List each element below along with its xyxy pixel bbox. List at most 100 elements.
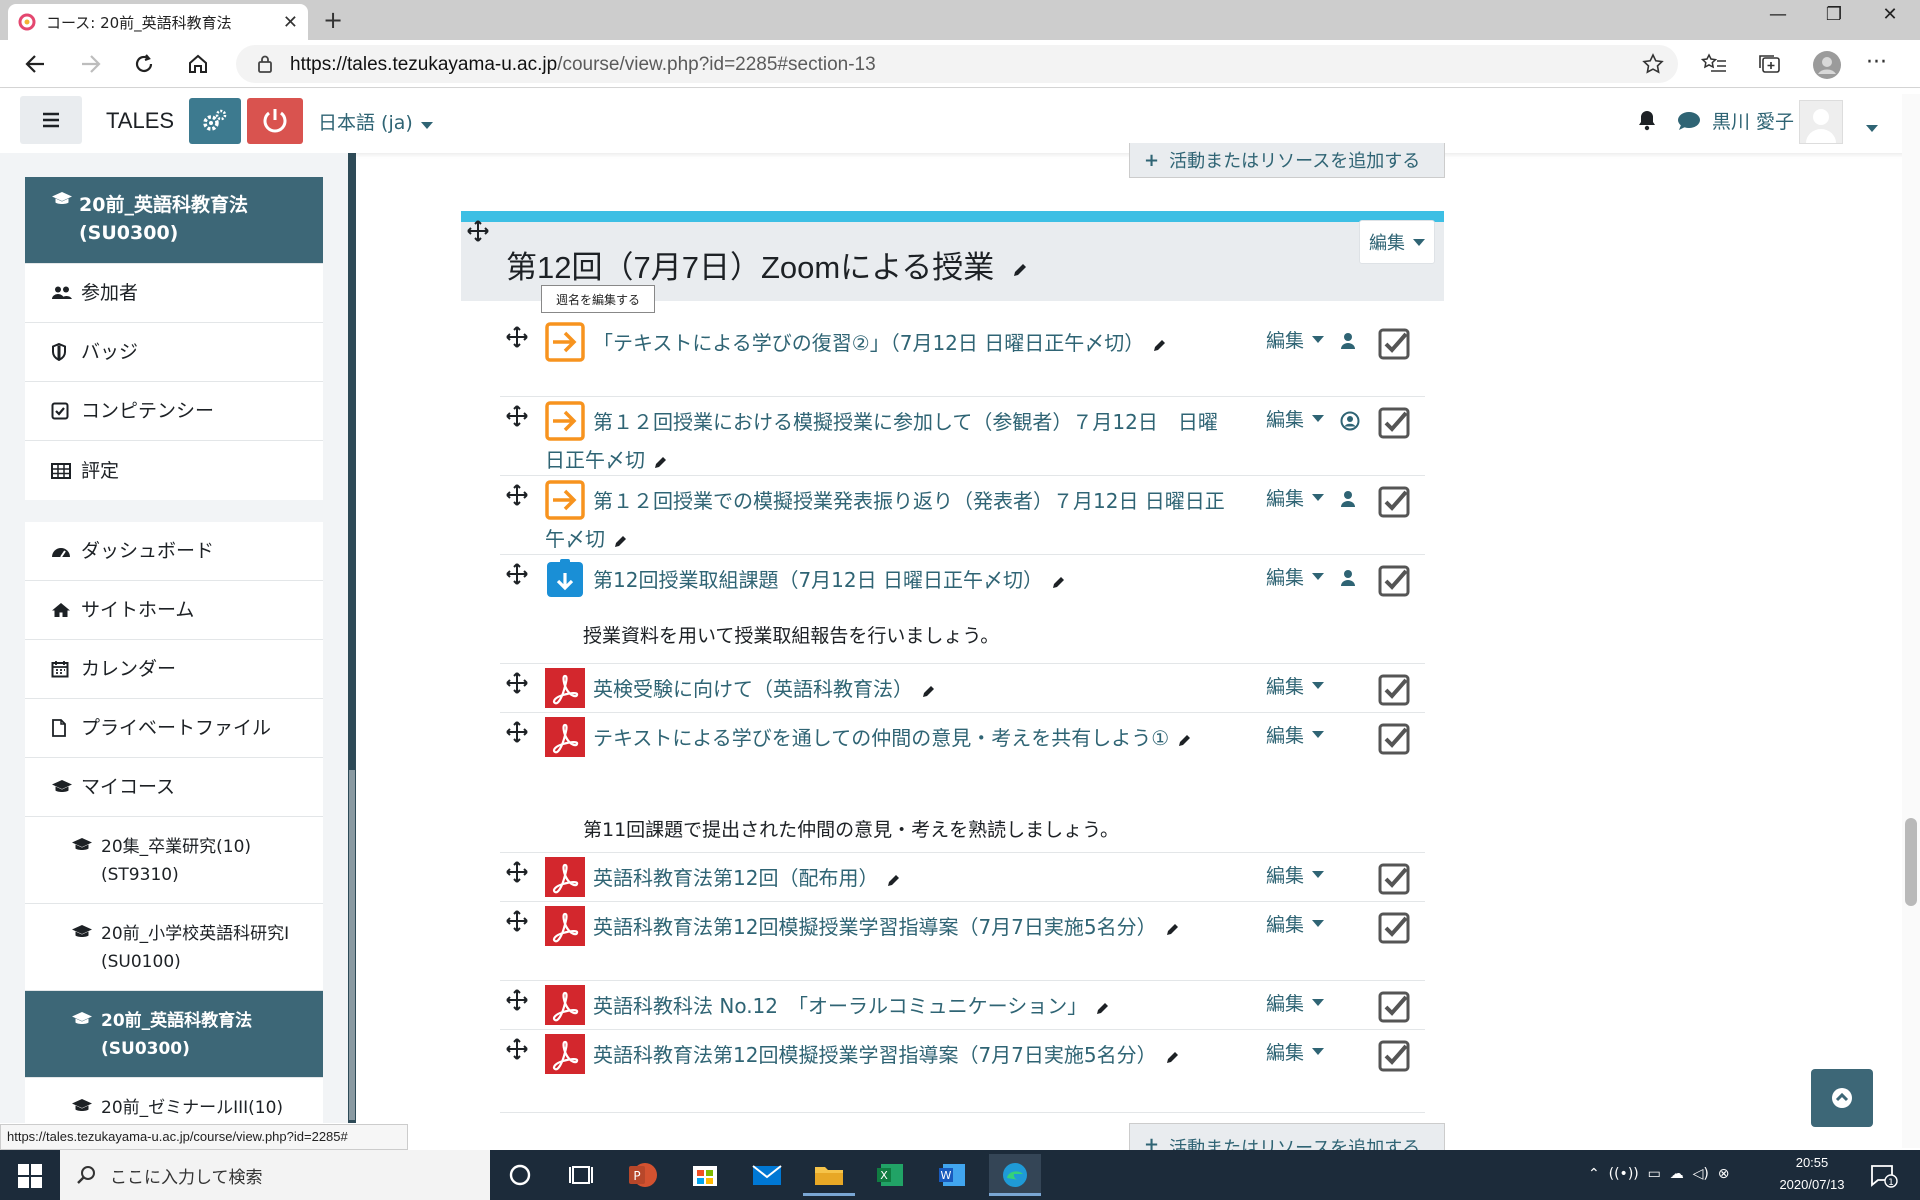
section-edit-menu[interactable]: 編集 — [1359, 220, 1435, 264]
activity-edit-menu[interactable]: 編集 — [1266, 861, 1325, 888]
page-scroll-thumb[interactable] — [1905, 818, 1917, 906]
window-close-button[interactable]: ✕ — [1862, 0, 1918, 32]
activity-link[interactable]: 第12回授業取組課題（7月12日 日曜日正午〆切） — [545, 561, 1235, 599]
nav-grades[interactable]: 評定 — [25, 441, 323, 500]
site-brand[interactable]: TALES — [106, 108, 174, 134]
completion-checkbox-icon[interactable] — [1378, 674, 1410, 706]
edit-pencil-icon[interactable] — [1152, 337, 1168, 353]
cortana-icon[interactable] — [494, 1154, 546, 1196]
nav-course-home[interactable]: 20前_英語科教育法 (SU0300) — [25, 177, 323, 264]
activity-link[interactable]: 第１２回授業における模擬授業に参加して（参観者）７月12日 日曜日正午〆切 — [545, 403, 1235, 479]
nav-dashboard[interactable]: ダッシュボード — [25, 522, 323, 581]
person-circle-group-mode-icon[interactable] — [1340, 411, 1360, 431]
favorites-list-icon[interactable] — [1701, 52, 1727, 76]
forward-button[interactable] — [72, 48, 108, 80]
nav-competencies[interactable]: コンピテンシー — [25, 382, 323, 441]
edit-pencil-icon[interactable] — [1165, 1049, 1181, 1065]
completion-checkbox-icon[interactable] — [1378, 863, 1410, 895]
taskbar-clock[interactable]: 20:55 2020/07/13 — [1772, 1152, 1852, 1196]
taskbar-search-box[interactable]: ここに入力して検索 — [60, 1150, 490, 1200]
section-title[interactable]: 第12回（7月7日）Zoomによる授業 — [506, 242, 1029, 287]
store-icon[interactable] — [679, 1154, 731, 1196]
activity-link[interactable]: 英検受験に向けて（英語科教育法） — [545, 670, 1235, 708]
refresh-button[interactable] — [126, 48, 162, 80]
activity-edit-menu[interactable]: 編集 — [1266, 563, 1325, 590]
completion-checkbox-icon[interactable] — [1378, 328, 1410, 360]
mail-icon[interactable] — [741, 1154, 793, 1196]
nav-course-su0100[interactable]: 20前_小学校英語科研究I(SU0100) — [25, 904, 323, 991]
drawer-scrollbar[interactable] — [349, 770, 355, 1120]
activity-link[interactable]: 英語科教育法第12回模擬授業学習指導案（7月7日実施5名分） — [545, 908, 1235, 946]
activity-edit-menu[interactable]: 編集 — [1266, 989, 1325, 1016]
admin-settings-button[interactable] — [189, 98, 241, 144]
edit-pencil-icon[interactable] — [1051, 574, 1067, 590]
completion-checkbox-icon[interactable] — [1378, 912, 1410, 944]
edit-pencil-icon[interactable] — [1165, 921, 1181, 937]
activity-edit-menu[interactable]: 編集 — [1266, 326, 1325, 353]
language-menu[interactable]: 日本語 (ja) — [318, 108, 433, 135]
edit-pencil-icon[interactable] — [921, 683, 937, 699]
new-tab-button[interactable]: + — [318, 6, 348, 36]
move-icon[interactable] — [506, 405, 528, 427]
page-scrollbar[interactable] — [1902, 94, 1920, 1148]
completion-checkbox-icon[interactable] — [1378, 486, 1410, 518]
activity-link[interactable]: 英語科教育法第12回模擬授業学習指導案（7月7日実施5名分） — [545, 1036, 1235, 1074]
edit-pencil-icon[interactable] — [886, 872, 902, 888]
completion-checkbox-icon[interactable] — [1378, 991, 1410, 1023]
nav-course-su0300[interactable]: 20前_英語科教育法 (SU0300) — [25, 991, 323, 1078]
edit-pencil-icon[interactable] — [1011, 261, 1029, 279]
person-group-mode-icon[interactable] — [1340, 490, 1356, 508]
edit-pencil-icon[interactable] — [1177, 732, 1193, 748]
notifications-bell-icon[interactable] — [1637, 109, 1657, 131]
section-move-icon[interactable] — [467, 220, 489, 242]
user-avatar[interactable] — [1799, 100, 1843, 144]
activity-link[interactable]: 「テキストによる学びの復習②」（7月12日 日曜日正午〆切） — [545, 324, 1235, 362]
address-bar[interactable]: https://tales.tezukayama-u.ac.jp/course/… — [236, 45, 1678, 83]
person-group-mode-icon[interactable] — [1340, 332, 1356, 350]
edit-pencil-icon[interactable] — [613, 533, 629, 549]
nav-course-st9310[interactable]: 20集_卒業研究(10) (ST9310) — [25, 817, 323, 904]
move-icon[interactable] — [506, 1038, 528, 1060]
profile-avatar-icon[interactable] — [1812, 50, 1842, 80]
move-icon[interactable] — [506, 563, 528, 585]
favorite-star-icon[interactable] — [1642, 53, 1664, 75]
activity-edit-menu[interactable]: 編集 — [1266, 1038, 1325, 1065]
move-icon[interactable] — [506, 989, 528, 1011]
file-explorer-icon[interactable] — [803, 1154, 855, 1196]
activity-edit-menu[interactable]: 編集 — [1266, 910, 1325, 937]
nav-calendar[interactable]: カレンダー — [25, 640, 323, 699]
add-activity-button-bottom[interactable]: + 活動またはリソースを追加する — [1129, 1123, 1445, 1153]
completion-checkbox-icon[interactable] — [1378, 565, 1410, 597]
nav-my-courses[interactable]: マイコース — [25, 758, 323, 817]
user-menu-caret-icon[interactable] — [1866, 117, 1878, 136]
activity-link[interactable]: テキストによる学びを通しての仲間の意見・考えを共有しよう① — [545, 719, 1235, 757]
back-button[interactable] — [18, 48, 54, 80]
completion-checkbox-icon[interactable] — [1378, 407, 1410, 439]
powerpoint-icon[interactable]: P — [617, 1154, 669, 1196]
edge-icon[interactable] — [989, 1154, 1041, 1196]
edit-pencil-icon[interactable] — [653, 454, 669, 470]
nav-site-home[interactable]: サイトホーム — [25, 581, 323, 640]
move-icon[interactable] — [506, 910, 528, 932]
drawer-toggle-button[interactable] — [20, 96, 82, 144]
nav-badges[interactable]: バッジ — [25, 323, 323, 382]
nav-course-seminar3[interactable]: 20前_ゼミナールIII(10) — [25, 1078, 323, 1123]
move-icon[interactable] — [506, 861, 528, 883]
move-icon[interactable] — [506, 721, 528, 743]
minimize-button[interactable]: — — [1750, 0, 1806, 32]
activity-edit-menu[interactable]: 編集 — [1266, 405, 1325, 432]
notification-center-icon[interactable]: 1 — [1870, 1164, 1898, 1188]
move-icon[interactable] — [506, 672, 528, 694]
completion-checkbox-icon[interactable] — [1378, 723, 1410, 755]
activity-link[interactable]: 英語科教科法 No.12 「オーラルコミュニケーション」 — [545, 987, 1235, 1025]
maximize-button[interactable]: ❐ — [1806, 0, 1862, 32]
nav-participants[interactable]: 参加者 — [25, 264, 323, 323]
messages-bubble-icon[interactable] — [1677, 111, 1701, 131]
move-icon[interactable] — [506, 326, 528, 348]
word-icon[interactable]: W — [927, 1154, 979, 1196]
activity-edit-menu[interactable]: 編集 — [1266, 672, 1325, 699]
edit-pencil-icon[interactable] — [1095, 1000, 1111, 1016]
user-name[interactable]: 黒川 愛子 — [1712, 107, 1794, 134]
activity-link[interactable]: 英語科教育法第12回（配布用） — [545, 859, 1235, 897]
activity-edit-menu[interactable]: 編集 — [1266, 484, 1325, 511]
